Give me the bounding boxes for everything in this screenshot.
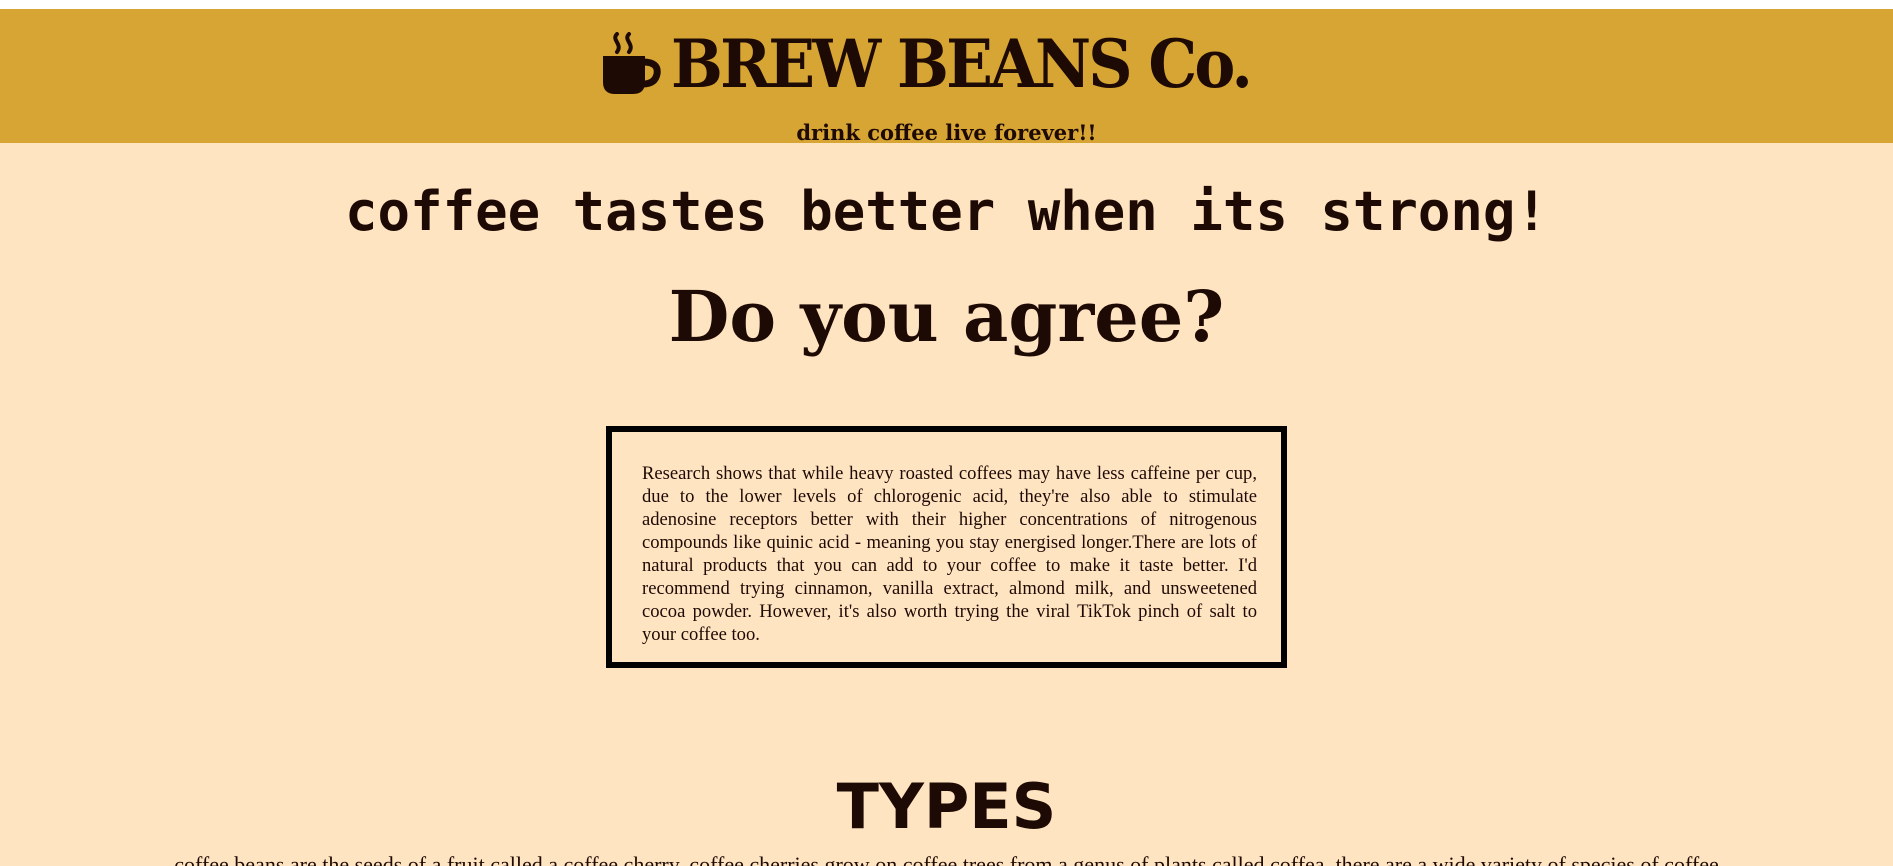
top-strip xyxy=(0,0,1893,9)
site-header: BREW BEANS Co. drink coffee live forever… xyxy=(0,9,1893,143)
question-heading: Do you agree? xyxy=(668,275,1225,358)
tagline: drink coffee live forever!! xyxy=(796,120,1097,145)
types-heading: TYPES xyxy=(836,770,1057,843)
headline: coffee tastes better when its strong! xyxy=(345,180,1548,243)
coffee-cup-icon xyxy=(599,32,661,96)
brand: BREW BEANS Co. xyxy=(0,31,1893,97)
brand-title: BREW BEANS Co. xyxy=(671,25,1253,103)
info-box: Research shows that while heavy roasted … xyxy=(606,426,1287,668)
info-paragraph: Research shows that while heavy roasted … xyxy=(642,463,1257,645)
types-paragraph: coffee beans are the seeds of a fruit ca… xyxy=(174,852,1719,866)
